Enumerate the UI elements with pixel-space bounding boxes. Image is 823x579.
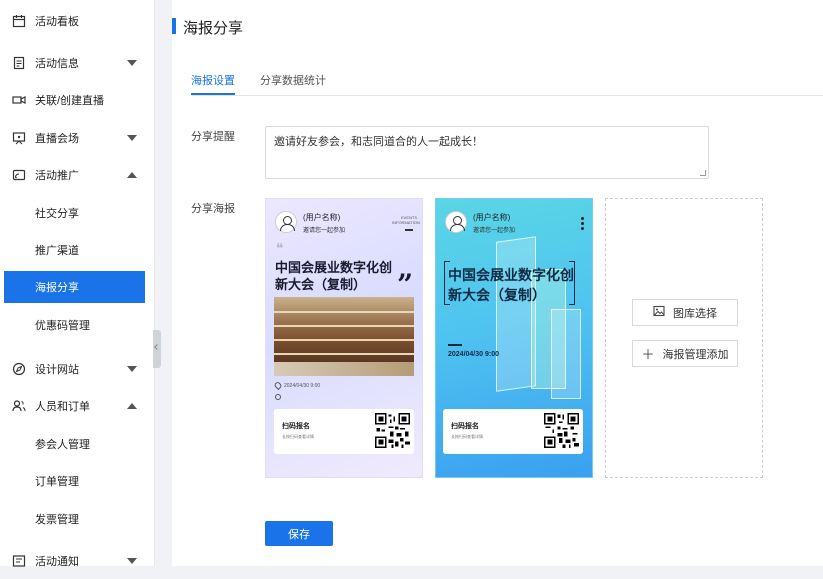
quote-icon: ” [397, 268, 414, 301]
sidebar-item-label: 关联/创建直播 [35, 95, 105, 107]
sidebar-item-live-venue[interactable]: 直播会场 [0, 120, 155, 156]
scan-subtitle: 长按扫码查看详情 [282, 434, 314, 439]
poster-date: 2024/04/30 9:00 [284, 383, 321, 389]
sidebar-item-social-share[interactable]: 社交分享 [0, 195, 155, 231]
sidebar: 活动看板 活动信息 关联/创建直播 直播会场 活动推广 社交分享 推广渠道 海报… [0, 0, 155, 568]
sidebar-item-design-site[interactable]: 设计网站 [0, 351, 155, 387]
sidebar-item-live-link[interactable]: 关联/创建直播 [0, 82, 155, 118]
qr-code-icon [375, 413, 410, 448]
poster-manage-add-button[interactable]: ＋ 海报管理添加 [632, 340, 738, 367]
qr-code-icon [544, 413, 579, 448]
poster-template-1[interactable]: (用户名称) 邀请您一起参加 EVENTS INFORMATION ❝ 中国会展… [265, 198, 423, 478]
poster-template-2[interactable]: (用户名称) 邀请您一起参加 中国会展业数字化创新大会（复制） 2024/04/… [435, 198, 593, 478]
scan-title: 扫码报名 [282, 423, 310, 430]
chevron-up-icon [127, 403, 137, 409]
image-icon [653, 305, 665, 320]
gallery-select-button[interactable]: 图库选择 [632, 299, 738, 326]
poster-user-name: (用户名称) [473, 213, 511, 222]
presentation-icon [12, 132, 26, 145]
sidebar-item-poster-share[interactable]: 海报分享 [4, 271, 145, 303]
share-poster-label: 分享海报 [191, 203, 235, 215]
share-tip-value: 邀请好友参会，和志同道合的人一起成长！ [274, 136, 483, 148]
users-icon [12, 400, 26, 412]
poster-scan-card: 扫码报名 长按扫码查看详情 [443, 409, 583, 454]
video-camera-icon [12, 96, 26, 104]
chevron-down-icon [127, 366, 137, 372]
sidebar-item-label: 人员和订单 [35, 401, 90, 413]
poster-user-name: (用户名称) [303, 213, 341, 222]
compass-icon [12, 362, 26, 376]
poster-add-area: 图库选择 ＋ 海报管理添加 [605, 198, 763, 478]
sidebar-collapse-handle[interactable] [153, 330, 161, 368]
avatar [275, 211, 297, 233]
poster-invite-text: 邀请您一起参加 [303, 228, 346, 234]
tab-poster-settings[interactable]: 海报设置 [191, 72, 235, 88]
sidebar-item-label: 活动通知 [35, 556, 79, 568]
save-button[interactable]: 保存 [265, 521, 333, 546]
sidebar-item-coupon[interactable]: 优惠码管理 [0, 307, 155, 343]
sidebar-item-label: 海报分享 [35, 282, 79, 294]
sidebar-item-label: 活动信息 [35, 58, 79, 70]
poster-events-label: EVENTS INFORMATION [392, 215, 420, 225]
sidebar-item-people-orders[interactable]: 人员和订单 [0, 388, 155, 424]
chevron-up-icon [127, 172, 137, 178]
main-content: 海报分享 海报设置 分享数据统计 分享提醒 邀请好友参会，和志同道合的人一起成长… [172, 0, 823, 566]
sidebar-item-activity-info[interactable]: 活动信息 [0, 45, 155, 81]
document-icon [13, 56, 25, 70]
location-pin-icon [273, 380, 283, 391]
sidebar-item-label: 活动推广 [35, 170, 79, 182]
sidebar-item-label: 订单管理 [35, 476, 79, 488]
poster-invite-text: 邀请您一起参加 [473, 228, 516, 234]
share-tip-label: 分享提醒 [191, 131, 235, 143]
poster-manage-add-label: 海报管理添加 [662, 348, 729, 361]
tabs-divider [191, 95, 823, 96]
poster-divider [448, 344, 462, 346]
sidebar-item-activity-promotion[interactable]: 活动推广 [0, 157, 155, 193]
share-tip-textarea[interactable]: 邀请好友参会，和志同道合的人一起成长！ [265, 126, 709, 179]
quote-decoration-icon: ❝ [276, 240, 284, 256]
tab-share-stats[interactable]: 分享数据统计 [260, 72, 326, 88]
sidebar-item-label: 直播会场 [35, 133, 79, 145]
title-accent-bar [172, 18, 176, 34]
sidebar-item-label: 设计网站 [35, 364, 79, 376]
sidebar-item-invoices[interactable]: 发票管理 [0, 501, 155, 537]
sidebar-item-label: 发票管理 [35, 514, 79, 526]
poster-divider [405, 229, 413, 231]
sidebar-item-activity-board[interactable]: 活动看板 [0, 3, 155, 39]
sidebar-item-label: 社交分享 [35, 208, 79, 220]
chevron-down-icon [127, 135, 137, 141]
active-tab-indicator [191, 93, 235, 95]
scan-subtitle: 长按扫码查看详情 [451, 434, 483, 439]
sidebar-item-label: 优惠码管理 [35, 320, 90, 332]
sidebar-item-attendees[interactable]: 参会人管理 [0, 426, 155, 462]
calendar-icon [12, 15, 26, 28]
sidebar-item-promo-channel[interactable]: 推广渠道 [0, 232, 155, 268]
poster-scan-card: 扫码报名 长按扫码查看详情 [274, 409, 414, 454]
poster-date: 2024/04/30 9:00 [448, 351, 499, 358]
resize-handle-icon[interactable] [700, 170, 706, 176]
library-image [274, 297, 414, 376]
avatar [445, 211, 467, 233]
sidebar-item-notifications[interactable]: 活动通知 [0, 543, 155, 579]
clock-icon [275, 394, 281, 400]
poster-event-title: 中国会展业数字化创新大会（复制） [275, 260, 393, 292]
chevron-down-icon [127, 60, 137, 66]
sidebar-item-label: 参会人管理 [35, 439, 90, 451]
sidebar-item-label: 推广渠道 [35, 245, 79, 257]
more-icon [581, 217, 584, 230]
broadcast-icon [12, 169, 26, 181]
scan-title: 扫码报名 [451, 423, 479, 430]
sidebar-item-label: 活动看板 [35, 16, 79, 28]
gallery-select-label: 图库选择 [673, 307, 717, 320]
chevron-down-icon [127, 558, 137, 564]
poster-event-title: 中国会展业数字化创新大会（复制） [448, 267, 574, 303]
sidebar-item-orders[interactable]: 订单管理 [0, 463, 155, 499]
page-title: 海报分享 [183, 20, 244, 37]
plus-icon: ＋ [641, 347, 655, 362]
